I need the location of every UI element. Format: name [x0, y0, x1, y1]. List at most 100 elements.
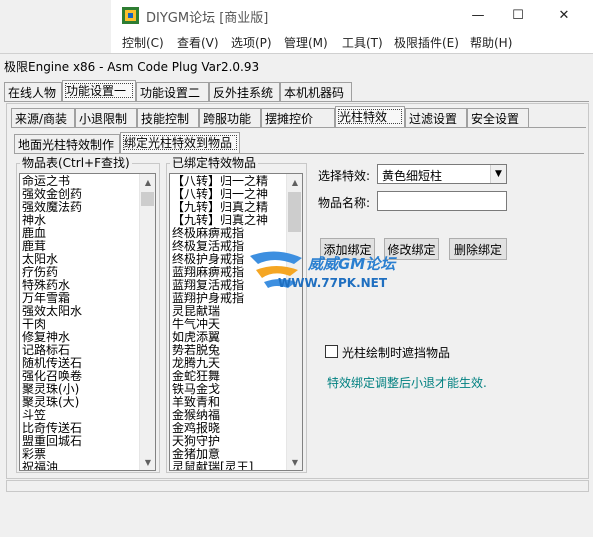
list-item[interactable]: 太阳水 [22, 253, 139, 266]
chevron-down-icon[interactable]: ▼ [490, 165, 506, 183]
watermark-text: 威威GM论坛 [308, 255, 396, 273]
bound-items-scrollbar[interactable]: ▲ ▼ [286, 174, 302, 470]
menu-help[interactable]: 帮助(H) [470, 34, 512, 51]
effect-select[interactable]: 黄色细短柱 ▼ [377, 164, 507, 184]
list-item[interactable]: 比奇传送石 [22, 422, 139, 435]
list-item[interactable]: 命运之书 [22, 175, 139, 188]
tab-machine-code[interactable]: 本机机器码 [280, 82, 352, 102]
item-library-scrollbar[interactable]: ▲ ▼ [139, 174, 155, 470]
scroll-thumb[interactable] [141, 192, 154, 206]
list-item[interactable]: 聚灵珠(大) [22, 396, 139, 409]
app-icon [122, 7, 139, 24]
scroll-thumb[interactable] [288, 192, 301, 232]
list-item[interactable]: 聚灵珠(小) [22, 383, 139, 396]
effect-select-value: 黄色细短柱 [382, 169, 443, 183]
tab-logout-limit[interactable]: 小退限制 [75, 108, 137, 128]
list-item[interactable]: 祝福油 [22, 461, 139, 470]
list-item[interactable]: 强化召唤卷 [22, 370, 139, 383]
close-button[interactable]: ✕ [541, 0, 587, 31]
bound-items-label: 已绑定特效物品 [170, 156, 259, 170]
occlude-checkbox-label[interactable]: 光柱绘制时遮挡物品 [342, 344, 450, 361]
list-item[interactable]: 终极麻痹戒指 [172, 227, 286, 240]
tab-bind-effect[interactable]: 绑定光柱特效到物品 [120, 132, 240, 154]
list-item[interactable]: 强效魔法药 [22, 201, 139, 214]
menu-tools[interactable]: 工具(T) [342, 34, 383, 51]
scroll-up-icon[interactable]: ▲ [140, 174, 155, 190]
list-item[interactable]: 【八转】归一之神 [172, 188, 286, 201]
list-item[interactable]: 盟重回城石 [22, 435, 139, 448]
list-item[interactable]: 疗伤药 [22, 266, 139, 279]
scroll-down-icon[interactable]: ▼ [140, 454, 155, 470]
list-item[interactable]: 【八转】归一之精 [172, 175, 286, 188]
list-item[interactable]: 斗笠 [22, 409, 139, 422]
list-item[interactable]: 神水 [22, 214, 139, 227]
sub-tab-line [11, 127, 586, 128]
close-icon: ✕ [558, 8, 570, 23]
maximize-button[interactable]: ☐ [495, 0, 541, 31]
list-item[interactable]: 天狗守护 [172, 435, 286, 448]
tab-source[interactable]: 来源/商装 [11, 108, 75, 128]
list-item[interactable]: 龙腾九天 [172, 357, 286, 370]
tab-cross-server[interactable]: 跨服功能 [199, 108, 261, 128]
list-item[interactable]: 彩票 [22, 448, 139, 461]
tab-filter[interactable]: 过滤设置 [405, 108, 467, 128]
list-item[interactable]: 万年雪霜 [22, 292, 139, 305]
delete-binding-button[interactable]: 删除绑定 [449, 238, 507, 260]
menu-plugins[interactable]: 极限插件(E) [394, 34, 459, 51]
tab-stall-price[interactable]: 摆摊控价 [261, 108, 335, 128]
outer-window-title: DIYGM论坛 [商业版] [146, 11, 269, 26]
list-item[interactable]: 金猪加意 [172, 448, 286, 461]
list-item[interactable]: 【九转】归真之神 [172, 214, 286, 227]
item-name-label: 物品名称: [318, 196, 371, 210]
tab-settings-one[interactable]: 功能设置一 [62, 80, 136, 102]
app-title: 极限Engine x86 - Asm Code Plug Var2.0.93 [4, 60, 260, 74]
list-item[interactable]: 灵鼠献瑞[灵王] [172, 461, 286, 470]
watermark-url: WWW.77PK.NET [278, 276, 388, 290]
list-item[interactable]: 灵昆献瑞 [172, 305, 286, 318]
list-item[interactable]: 修复神水 [22, 331, 139, 344]
list-item[interactable]: 羊致青和 [172, 396, 286, 409]
tab-online-players[interactable]: 在线人物 [4, 82, 62, 102]
window-divider [0, 53, 593, 54]
bound-items-list[interactable]: 【八转】归一之精 【八转】归一之神 【九转】归真之精 【九转】归真之神 终极麻痹戒指 终极… [169, 173, 303, 471]
tab-anti-cheat[interactable]: 反外挂系统 [209, 82, 280, 102]
minimize-icon: — [471, 8, 485, 23]
list-item[interactable]: 随机传送石 [22, 357, 139, 370]
menu-control[interactable]: 控制(C) [122, 34, 164, 51]
menu-options[interactable]: 选项(P) [231, 34, 272, 51]
list-item[interactable]: 干肉 [22, 318, 139, 331]
list-item[interactable]: 蓝翔护身戒指 [172, 292, 286, 305]
list-item[interactable]: 金猴纳福 [172, 409, 286, 422]
list-item[interactable]: 记路标石 [22, 344, 139, 357]
scroll-up-icon[interactable]: ▲ [287, 174, 302, 190]
list-item[interactable]: 鹿血 [22, 227, 139, 240]
list-item[interactable]: 强效金创药 [22, 188, 139, 201]
list-item[interactable]: 势若脱兔 [172, 344, 286, 357]
hint-text: 特效绑定调整后小退才能生效. [327, 376, 487, 390]
status-bar [6, 480, 589, 492]
menu-manage[interactable]: 管理(M) [284, 34, 328, 51]
list-item[interactable]: 特殊药水 [22, 279, 139, 292]
bottom-area [0, 493, 593, 537]
list-item[interactable]: 金蛇狂舞 [172, 370, 286, 383]
item-library-list[interactable]: 命运之书 强效金创药 强效魔法药 神水 鹿血 鹿茸 太阳水 疗伤药 特殊药水 万年雪霜 强效太阳水干… [19, 173, 156, 471]
list-item[interactable]: 如虎添翼 [172, 331, 286, 344]
tab-settings-two[interactable]: 功能设置二 [136, 82, 209, 102]
list-item[interactable]: 牛气冲天 [172, 318, 286, 331]
tab-security[interactable]: 安全设置 [467, 108, 529, 128]
tab-ground-effect[interactable]: 地面光柱特效制作 [14, 134, 120, 154]
item-name-input[interactable] [377, 191, 507, 211]
list-item[interactable]: 铁马金戈 [172, 383, 286, 396]
list-item[interactable]: 鹿茸 [22, 240, 139, 253]
list-item[interactable]: 金鸡报晓 [172, 422, 286, 435]
occlude-checkbox[interactable] [325, 345, 338, 358]
tab-skill-control[interactable]: 技能控制 [137, 108, 199, 128]
maximize-icon: ☐ [512, 8, 524, 23]
scroll-down-icon[interactable]: ▼ [287, 454, 302, 470]
tab-light-effects[interactable]: 光柱特效 [335, 106, 405, 128]
item-library-label: 物品表(Ctrl+F查找) [20, 156, 132, 170]
menu-view[interactable]: 查看(V) [177, 34, 219, 51]
list-item[interactable]: 强效太阳水 [22, 305, 139, 318]
list-item[interactable]: 【九转】归真之精 [172, 201, 286, 214]
main-tab-line [4, 101, 589, 102]
